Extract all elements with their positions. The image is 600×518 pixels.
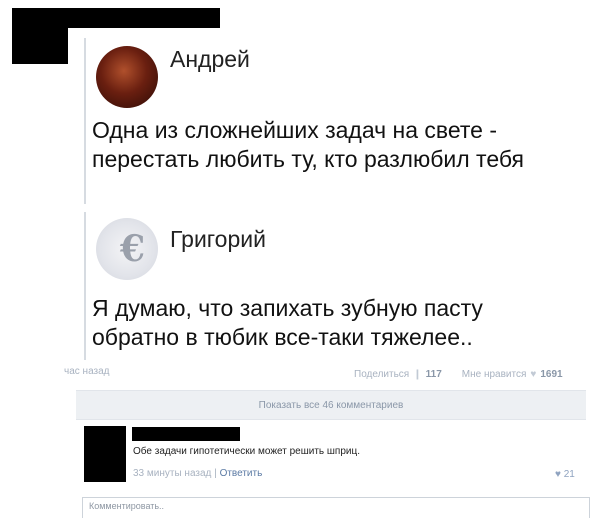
post-actions: Поделиться ❙ 117 Мне нравится ♥ 1691 [354, 366, 563, 382]
redacted-author-avatar [12, 8, 68, 64]
quote-author-1: Андрей [170, 46, 250, 72]
comment-like[interactable]: ♥ 21 [555, 469, 575, 480]
quote-author-2: Григорий [170, 226, 266, 252]
comment-meta: 33 минуты назад | Ответить [133, 468, 262, 479]
like-count: 1691 [540, 368, 563, 380]
post-time[interactable]: час назад [64, 366, 110, 382]
redacted-commenter-avatar [84, 426, 126, 482]
reply-link[interactable]: Ответить [220, 468, 263, 479]
heart-icon[interactable]: ♥ [530, 369, 536, 380]
show-all-comments-button[interactable]: Показать все 46 комментариев [76, 390, 586, 420]
share-button[interactable]: Поделиться [354, 369, 409, 380]
comment-time[interactable]: 33 минуты назад [133, 468, 211, 479]
heart-icon: ♥ [555, 469, 561, 480]
quote-text-1: Одна из сложнейших задач на свете - пере… [92, 117, 524, 172]
share-count: 117 [425, 368, 442, 380]
quote-avatar-andrey [96, 46, 158, 108]
comment-like-count: 21 [563, 469, 575, 480]
quote-text-2: Я думаю, что запихать зубную пасту обрат… [92, 295, 483, 350]
comment-text: Обе задачи гипотетически может решить шп… [133, 446, 360, 457]
like-button[interactable]: Мне нравится [462, 369, 527, 380]
megaphone-icon[interactable]: ❙ [413, 369, 421, 380]
comment-input[interactable]: Комментировать.. [82, 497, 590, 518]
avatar-glyph: € [120, 228, 146, 270]
redacted-commenter-name [132, 427, 240, 441]
redacted-author-name [68, 8, 220, 28]
quote-avatar-grigory: € [96, 218, 158, 280]
